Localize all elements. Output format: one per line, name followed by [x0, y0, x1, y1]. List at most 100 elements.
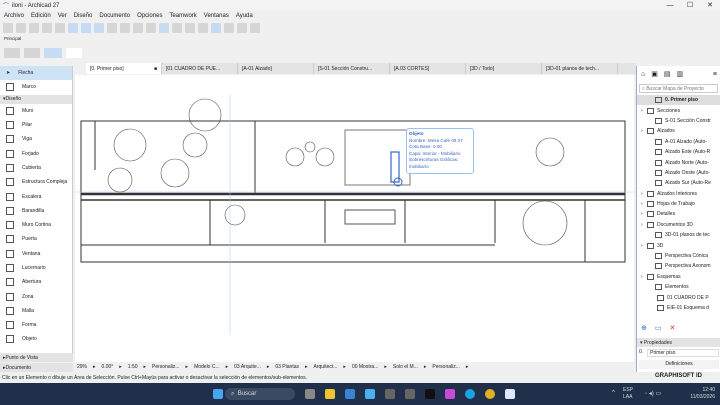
clock-date[interactable]: 11/03/2026 [680, 394, 715, 401]
quick-option[interactable]: 03 Arquite... [234, 364, 261, 370]
property-name-field[interactable]: Primer piso [647, 349, 719, 357]
close-button[interactable]: ✕ [700, 0, 720, 11]
tree-item[interactable]: 01 CUADRO DE P [637, 292, 720, 302]
task-view-icon[interactable] [305, 389, 315, 399]
tool-ventana[interactable]: Ventana [0, 247, 72, 261]
tool-viga[interactable]: Viga [0, 132, 72, 146]
layout-book-icon[interactable]: ▤ [664, 70, 671, 78]
store-icon[interactable] [345, 389, 355, 399]
pen-icon[interactable] [120, 23, 130, 33]
tree-item[interactable]: › 3D [637, 240, 720, 250]
menu-opciones[interactable]: Opciones [137, 13, 162, 19]
renovation-icon[interactable] [224, 23, 234, 33]
quick-option[interactable]: Personaliz... [432, 364, 460, 370]
language[interactable]: ESP [623, 387, 633, 394]
archicad-icon[interactable] [505, 389, 515, 399]
view-3d-icon[interactable] [211, 23, 221, 33]
tree-item[interactable]: 3D-01 planos de tec [637, 230, 720, 240]
keyboard-layout[interactable]: LAA [623, 394, 633, 401]
publisher-icon[interactable]: ▥ [676, 70, 683, 78]
tree-item[interactable]: Alzado Sur (Auto-Re [637, 178, 720, 188]
tool-forjado[interactable]: Forjado [0, 146, 72, 160]
minimize-button[interactable]: — [660, 0, 680, 11]
clock-time[interactable]: 12:40 [680, 387, 715, 394]
delete-icon[interactable]: ✕ [670, 324, 676, 332]
tab-seccion[interactable]: [S-01 Sección Constru... [314, 63, 390, 74]
tool-forma[interactable]: Forma [0, 318, 72, 332]
undo-icon[interactable] [3, 23, 13, 33]
floor-plan-canvas[interactable]: Objeto Nombre: Mesa Café 08 27 Cota Base… [75, 75, 634, 362]
close-tab-icon[interactable]: ■ [154, 66, 157, 72]
redo-icon[interactable] [16, 23, 26, 33]
quick-option[interactable]: 29% [77, 364, 87, 370]
graphisoft-id[interactable]: GRAPHISOFT ID [655, 373, 702, 379]
app-a-icon[interactable] [425, 389, 435, 399]
tool-muro[interactable]: Muro [0, 104, 72, 118]
tree-item[interactable]: › Detalles [637, 209, 720, 219]
dropdown-arrow-icon[interactable]: ▸ [343, 364, 346, 370]
tool-escalera[interactable]: Escalera [0, 189, 72, 203]
guide-lines-icon[interactable] [68, 23, 78, 33]
section-punto-de-vista[interactable]: ▸ Punto de Vista [0, 353, 73, 362]
app-m-icon[interactable] [405, 389, 415, 399]
quick-option[interactable]: Modelo C... [194, 364, 220, 370]
tree-item[interactable]: A-01 Alzado (Auto- [637, 137, 720, 147]
find-select-icon[interactable] [29, 23, 39, 33]
search-project-map-input[interactable]: ⌕ Buscar Mapa de Proyecto [639, 84, 718, 93]
copilot-app-icon[interactable] [445, 389, 455, 399]
tool-cubierta[interactable]: Cubierta [0, 161, 72, 175]
tool-lucernario[interactable]: Lucernario [0, 261, 72, 275]
dropdown-arrow-icon[interactable]: ▸ [466, 364, 469, 370]
menu-teamwork[interactable]: Teamwork [169, 13, 196, 19]
trim-icon[interactable] [185, 23, 195, 33]
tab-3d[interactable]: [3D / Todo] [466, 63, 542, 74]
tool-barandilla[interactable]: Barandilla [0, 204, 72, 218]
gravity-icon[interactable] [94, 23, 104, 33]
snap-guides-icon[interactable] [81, 23, 91, 33]
quick-option[interactable]: Solo el M... [393, 364, 418, 370]
dropdown-arrow-icon[interactable]: ▸ [305, 364, 308, 370]
dropdown-arrow-icon[interactable]: ▸ [226, 364, 229, 370]
menu-ayuda[interactable]: Ayuda [236, 13, 253, 19]
project-map-icon[interactable]: ⌂ [641, 71, 645, 78]
tree-item[interactable]: Perspectiva Cónica [637, 251, 720, 261]
dropdown-arrow-icon[interactable]: ▸ [424, 364, 427, 370]
menu-documento[interactable]: Documento [99, 13, 130, 19]
dropdown-arrow-icon[interactable]: ▸ [93, 364, 96, 370]
tool-abertura[interactable]: Abertura [0, 275, 72, 289]
eyedropper-icon[interactable] [42, 23, 52, 33]
dropdown-arrow-icon[interactable]: ▸ [119, 364, 122, 370]
properties-header[interactable]: ▾ Propiedades [637, 338, 720, 347]
maximize-button[interactable]: ☐ [680, 0, 700, 11]
tool-flecha[interactable]: ➤ Flecha [0, 66, 72, 81]
syringe-icon[interactable] [55, 23, 65, 33]
tool-objeto[interactable]: Objeto [0, 332, 72, 346]
tree-item[interactable]: EIE-01 Esquema d [637, 303, 720, 313]
wifi-volume-battery-icon[interactable]: ◦ ◂) ▭ [645, 390, 661, 397]
dropdown-arrow-icon[interactable]: ▸ [384, 364, 387, 370]
tool-estructura-compleja[interactable]: Estructura Compleja [0, 175, 72, 189]
tool-muro-cortina[interactable]: Muro Cortina [0, 218, 72, 232]
quick-option[interactable]: 00 Mostra... [352, 364, 378, 370]
tree-item[interactable]: Alzado Oeste (Auto- [637, 168, 720, 178]
menu-ventanas[interactable]: Ventanas [204, 13, 229, 19]
tab-3d-planos[interactable]: [3D-01 planos de tech... [542, 63, 618, 74]
frame-icon[interactable] [133, 23, 143, 33]
quick-option[interactable]: Personaliz... [152, 364, 180, 370]
tree-item[interactable]: S-01 Sección Constr [637, 116, 720, 126]
tool-marco[interactable]: Marco [0, 80, 72, 94]
tool-zona[interactable]: Zona [0, 289, 72, 303]
tab-cortes[interactable]: [A.03 CORTES] [390, 63, 466, 74]
split-icon[interactable] [237, 23, 247, 33]
edge-icon[interactable] [465, 389, 475, 399]
quick-option[interactable]: 1:50 [128, 364, 138, 370]
tool-pilar[interactable]: Pilar [0, 118, 72, 132]
menu-icon[interactable]: ≡ [713, 71, 717, 78]
story-icon[interactable] [4, 48, 20, 58]
group-icon[interactable] [198, 23, 208, 33]
tray-chevron-icon[interactable]: ^ [612, 390, 615, 396]
windows-start-icon[interactable] [213, 389, 223, 399]
copilot-icon[interactable] [365, 389, 375, 399]
tree-item[interactable]: Perspectiva Axonom [637, 261, 720, 271]
settings-icon[interactable]: ▭ [655, 324, 662, 332]
